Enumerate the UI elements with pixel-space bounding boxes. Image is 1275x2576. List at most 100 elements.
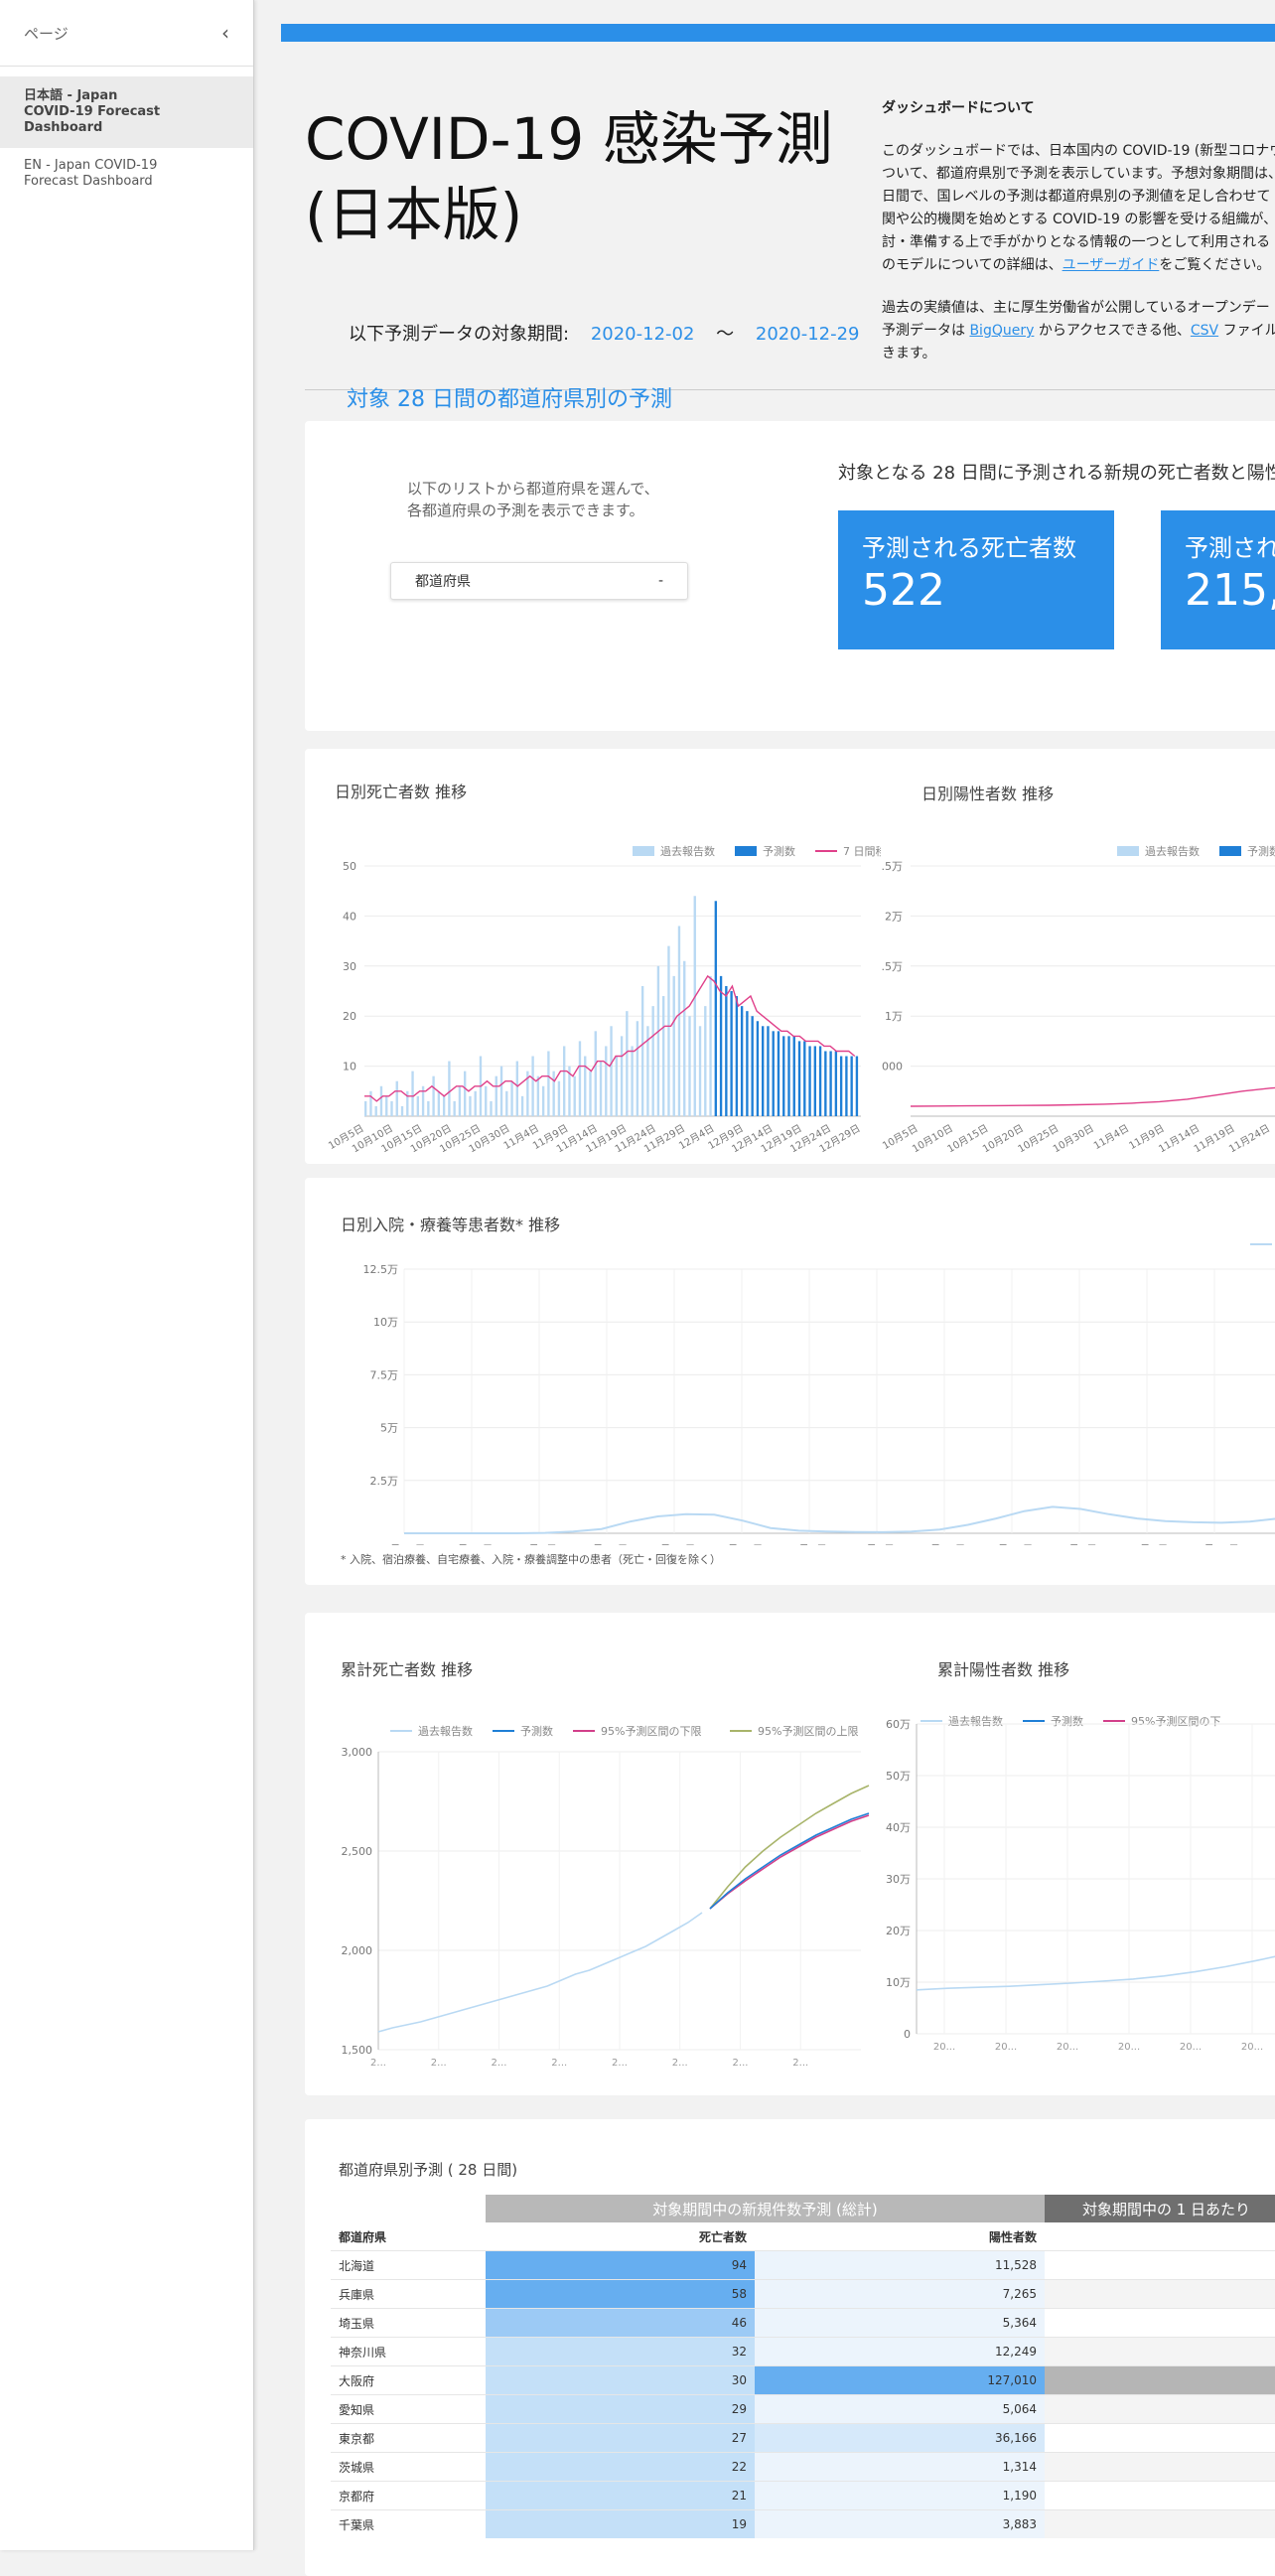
forecast-bar: [730, 991, 733, 1116]
cell-deaths: 46: [486, 2308, 755, 2338]
bigquery-link[interactable]: BigQuery: [969, 323, 1034, 339]
table-group-blank: [331, 2195, 486, 2222]
past-bar: [520, 1095, 524, 1116]
y-tick-label: 3,000: [342, 1746, 373, 1759]
collapse-chevron-icon[interactable]: ‹: [221, 21, 229, 45]
sidebar-item-japanese[interactable]: 日本語 - Japan COVID-19 Forecast Dashboard: [0, 76, 253, 148]
y-tick-label: 20万: [886, 1925, 911, 1937]
forecast-bar: [782, 1036, 785, 1116]
cell-daily: [1045, 2337, 1275, 2366]
forecast-bar: [818, 1046, 822, 1116]
prefecture-dropdown[interactable]: 都道府県 -: [390, 562, 688, 600]
y-tick-label: 30: [343, 960, 356, 973]
kpi-cases-label: 予測され: [1185, 534, 1275, 562]
col-deaths[interactable]: 死亡者数: [486, 2222, 755, 2251]
forecast-bar: [792, 1036, 795, 1116]
period-separator: 〜: [716, 324, 735, 345]
legend-label: 予測数: [1247, 844, 1275, 858]
about-line: のモデルについての詳細は、ユーザーガイドをご覧ください。: [882, 254, 1275, 277]
y-tick-label: 1万: [885, 1010, 903, 1023]
forecast-bar: [850, 1056, 853, 1116]
past-bar: [667, 945, 670, 1116]
forecast-bar: [845, 1056, 848, 1116]
kpi-cases-value: 215,8: [1185, 565, 1275, 616]
past-bar: [688, 1016, 691, 1116]
x-tick-label: 2...: [551, 2058, 567, 2069]
header-section: COVID-19 感染予測 (日本版) 以下予測データの対象期間: 2020-1…: [281, 42, 1275, 390]
hospitalized-footnote: * 入院、宿泊療養、自宅療養、入院・療養調整中の患者（死亡・回復を除く）: [341, 1553, 721, 1566]
past-bar: [364, 1100, 367, 1116]
sidebar-header: ページ ‹: [0, 0, 253, 67]
kpi-deaths-card: 予測される死亡者数 522: [838, 510, 1114, 649]
col-pref[interactable]: 都道府県: [331, 2222, 486, 2251]
y-tick-label: 1,500: [342, 2044, 373, 2057]
cell-daily: [1045, 2309, 1275, 2338]
forecast-bar: [751, 1016, 754, 1116]
col-daily[interactable]: [1045, 2222, 1275, 2251]
past-bar: [563, 1046, 566, 1116]
past-bar: [704, 1006, 707, 1116]
hospitalized-line: [404, 1505, 1275, 1534]
forecast-bar: [740, 1006, 744, 1116]
cell-cases: 11,528: [755, 2250, 1045, 2280]
legend-swatch: [633, 846, 654, 856]
x-tick-label: 10月30日: [1051, 1122, 1095, 1155]
table-row: 東京都 27 36,166: [331, 2423, 1275, 2453]
about-line: このダッシュボードでは、日本国内の COVID-19 (新型コロナウ: [882, 143, 1275, 159]
table-col-header: 都道府県 死亡者数 陽性者数: [331, 2222, 1275, 2251]
x-tick-label: 2...: [733, 2058, 749, 2069]
forecast-period: 以下予測データの対象期間: 2020-12-02 〜 2020-12-29: [349, 320, 876, 346]
cell-deaths: 94: [486, 2250, 755, 2280]
cell-cases: 36,166: [755, 2423, 1045, 2453]
x-tick-label: 2月14日: [451, 1543, 494, 1545]
x-tick-label: 10月1日: [1126, 1543, 1169, 1545]
x-tick-label: 9月8日: [1062, 1543, 1097, 1545]
past-bar: [552, 1071, 555, 1116]
user-guide-link[interactable]: ユーザーガイド: [1062, 257, 1160, 273]
past-bar: [374, 1105, 377, 1116]
y-tick-label: 5万: [380, 1422, 398, 1435]
cell-daily: [1045, 2279, 1275, 2309]
forecast-bar: [808, 1046, 811, 1116]
past-bar: [390, 1100, 393, 1116]
instruction-line: 以下のリストから都道府県を選んで、: [407, 480, 659, 498]
legend-label: 7 日間移動平均: [843, 844, 881, 858]
about-line: 討・準備する上で手がかりとなる情報の一つとして利用される: [882, 234, 1271, 250]
csv-link[interactable]: CSV: [1191, 323, 1218, 339]
cell-cases: 3,883: [755, 2509, 1045, 2538]
forecast-bar: [829, 1051, 832, 1116]
y-tick-label: 60万: [886, 1718, 911, 1731]
cell-deaths: 32: [486, 2337, 755, 2366]
past-bar: [448, 1061, 451, 1116]
past-bar: [683, 960, 686, 1116]
kpi-deaths-label: 予測される死亡者数: [862, 534, 1076, 562]
table-group-total: 対象期間中の新規件数予測 (総計): [486, 2195, 1045, 2222]
past-bar: [458, 1085, 462, 1116]
sidebar-item-english[interactable]: EN - Japan COVID-19 Forecast Dashboard: [0, 148, 253, 200]
cell-daily: [1045, 2424, 1275, 2453]
x-tick-label: 8月16日: [991, 1543, 1034, 1545]
period-label: 以下予測データの対象期間:: [349, 324, 570, 345]
about-text: 予測データは: [882, 323, 970, 339]
col-cases[interactable]: 陽性者数: [755, 2222, 1045, 2251]
forecast-bar: [797, 1041, 801, 1116]
past-bar: [610, 1026, 613, 1116]
about-line: 予測データは BigQuery からアクセスできる他、CSV ファイルと: [882, 320, 1275, 343]
hospitalized-chart: 過去2.5万5万7.5万10万12.5万1月22日2月14日3月8日3月31日4…: [363, 1243, 1275, 1545]
cell-daily: [1045, 2509, 1275, 2538]
past-bar: [662, 996, 665, 1116]
past-line: [916, 1955, 1275, 1991]
cum-deaths-chart: 過去報告数 予測数 95%予測区間の下限 95%予測区間の上限 1,500 2,000 2,…: [342, 1724, 870, 2069]
past-bar: [626, 1011, 629, 1116]
y-tick-label: 20: [343, 1010, 356, 1023]
forecast-bar: [834, 1051, 838, 1116]
table-title: 都道府県別予測 ( 28 日間): [339, 2161, 518, 2179]
x-tick-label: 20...: [933, 2042, 955, 2053]
x-tick-label: 4月23日: [653, 1543, 696, 1545]
past-bar: [656, 965, 660, 1116]
page-title-line1: COVID-19 感染予測: [305, 105, 833, 173]
x-tick-label: 2...: [672, 2058, 688, 2069]
past-bar: [385, 1095, 388, 1116]
sidebar-title: ページ: [24, 24, 69, 43]
cell-pref: 東京都: [339, 2431, 375, 2446]
